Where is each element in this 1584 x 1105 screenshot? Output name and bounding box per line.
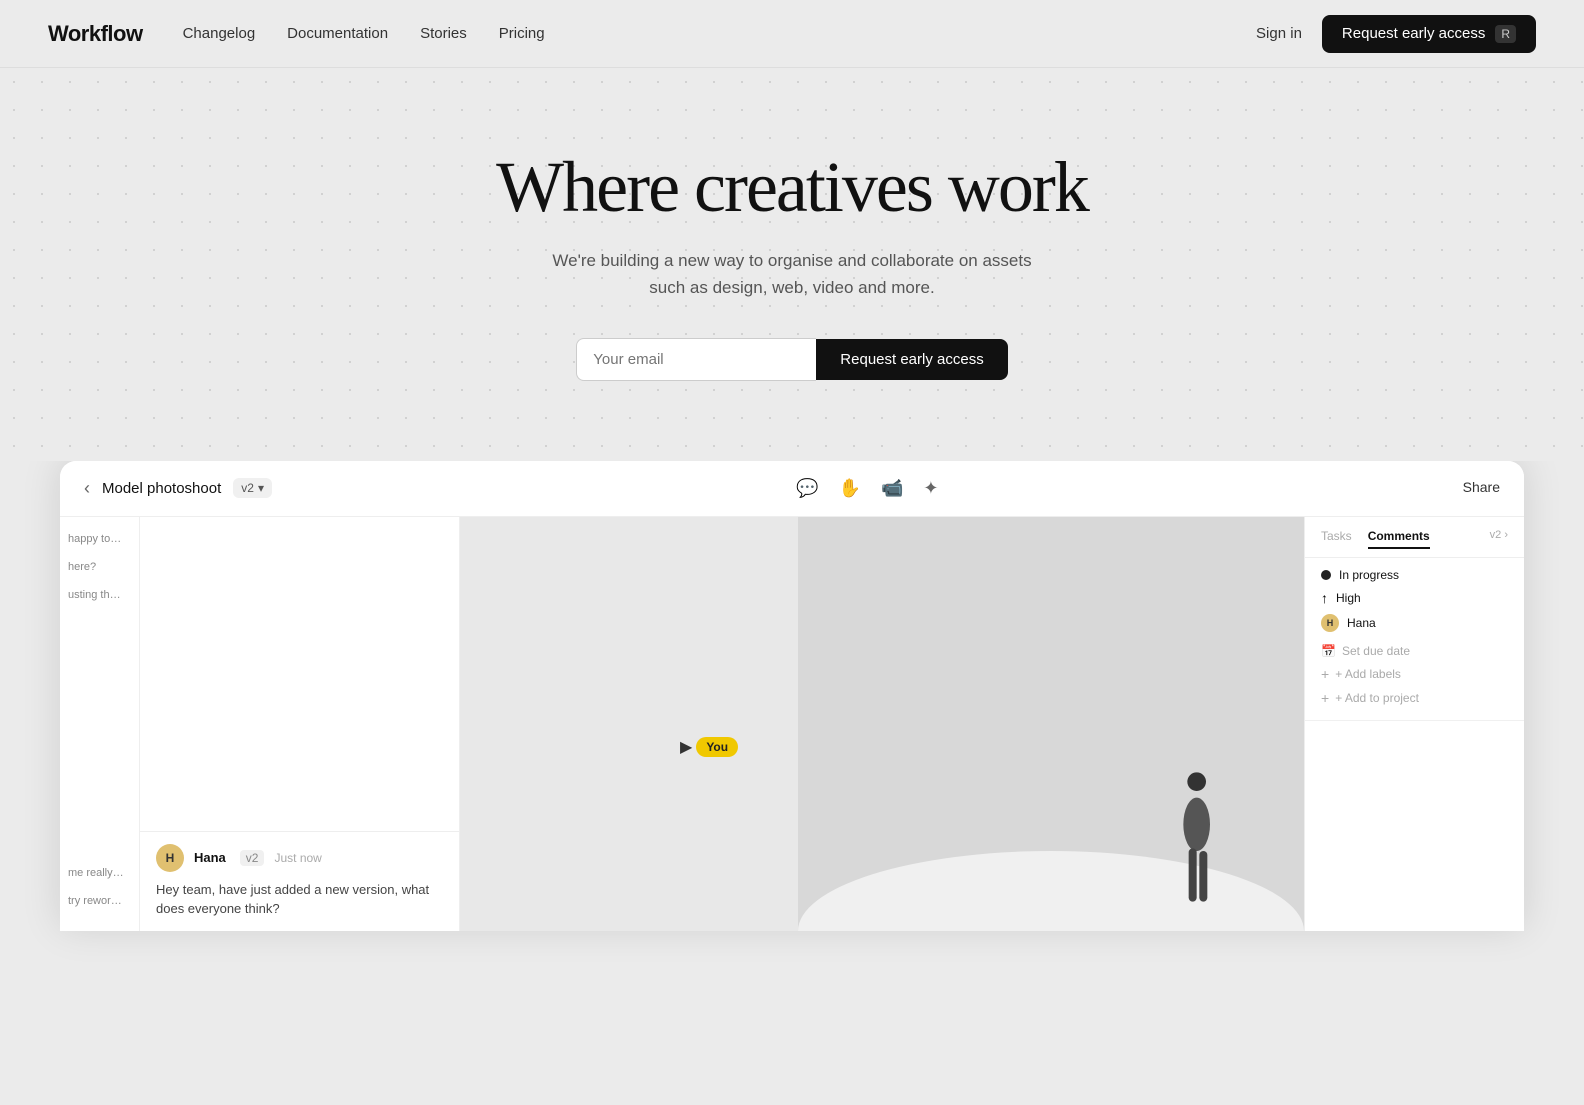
chat-message: Hey team, have just added a new version,… [156,880,443,919]
status-dot-icon [1321,570,1331,580]
cursor-label: You [696,737,738,757]
email-input[interactable] [576,338,816,381]
chevron-down-icon: ▾ [258,481,264,495]
nav-cta-button[interactable]: Request early access R [1322,15,1536,53]
nav-stories[interactable]: Stories [420,25,467,42]
main-canvas[interactable]: ▶ You [460,517,1304,931]
version-label: v2 [241,481,254,495]
nav-cta-kbd: R [1495,25,1516,43]
cursor-arrow-icon: ▶ [680,737,692,757]
photo-area [798,517,1304,931]
back-icon[interactable]: ‹ [84,478,90,499]
version-dropdown[interactable]: v2 ▾ [233,478,272,498]
hero-title: Where creatives work [496,148,1088,227]
chat-version: v2 [240,850,265,866]
add-project-label: + Add to project [1335,691,1419,705]
app-preview: ‹ Model photoshoot v2 ▾ 💬 ✋ 📹 ✦ Share ha… [60,461,1524,931]
edge-comment-2: usting the s... [60,585,132,605]
avatar: H [156,844,184,872]
nav-right: Sign in Request early access R [1256,15,1536,53]
edge-comment-3: me really ... [60,863,132,883]
hero-cta-button[interactable]: Request early access [816,339,1007,380]
status-row: In progress [1321,568,1508,582]
chat-user-row: H Hana v2 Just now [156,844,443,872]
nav-cta-label: Request early access [1342,25,1485,42]
edge-comment-4: try reword... [60,891,132,911]
chat-timestamp: Just now [274,851,321,865]
sparkle-icon[interactable]: ✦ [923,478,938,499]
calendar-icon: 📅 [1321,644,1336,658]
nav-links: Changelog Documentation Stories Pricing [183,25,545,42]
priority-icon: ↑ [1321,590,1328,606]
app-project-title: Model photoshoot [102,480,221,497]
right-panel: Tasks Comments v2 › In progress ↑ High H… [1304,517,1524,931]
add-labels-label: + Add labels [1335,667,1401,681]
priority-value: High [1336,591,1361,605]
right-version-label: v2 › [1490,529,1508,549]
chat-footer: H Hana v2 Just now Hey team, have just a… [140,831,459,931]
due-date-action[interactable]: 📅 Set due date [1321,640,1508,662]
assignee-value: Hana [1347,616,1376,630]
tab-tasks[interactable]: Tasks [1321,529,1352,549]
share-button[interactable]: Share [1463,479,1500,497]
canvas-inner: ▶ You [460,517,1304,931]
nav-documentation[interactable]: Documentation [287,25,388,42]
cursor-you: ▶ You [680,737,738,757]
tab-comments[interactable]: Comments [1368,529,1430,549]
due-date-label: Set due date [1342,644,1410,658]
app-header-left: ‹ Model photoshoot v2 ▾ [84,478,272,499]
plus-icon-2: + [1321,690,1329,706]
left-panel: H Hana v2 Just now Hey team, have just a… [140,517,460,931]
edge-comment-1: here? [60,557,132,577]
nav-changelog[interactable]: Changelog [183,25,256,42]
assignee-row: H Hana [1321,614,1508,632]
right-status-section: In progress ↑ High H Hana 📅 Set due date… [1305,558,1524,721]
right-panel-header: Tasks Comments v2 › [1305,529,1524,558]
sign-in-button[interactable]: Sign in [1256,25,1302,42]
app-header-center: 💬 ✋ 📹 ✦ [796,478,938,499]
video-icon[interactable]: 📹 [881,478,903,499]
nav-left: Workflow Changelog Documentation Stories… [48,21,545,47]
status-value: In progress [1339,568,1399,582]
hero-subtitle: We're building a new way to organise and… [542,247,1042,301]
hero-form: Request early access [576,338,1007,381]
hero-section: Where creatives work We're building a ne… [0,68,1584,461]
comment-icon[interactable]: 💬 [796,478,818,499]
chat-username: Hana [194,850,226,865]
priority-row: ↑ High [1321,590,1508,606]
nav-pricing[interactable]: Pricing [499,25,545,42]
assignee-avatar: H [1321,614,1339,632]
app-body: happy to c... here? usting the s... me r… [60,517,1524,931]
left-edge-panel: happy to c... here? usting the s... me r… [60,517,140,931]
plus-icon: + [1321,666,1329,682]
logo[interactable]: Workflow [48,21,143,47]
hand-icon[interactable]: ✋ [839,478,861,499]
figure-silhouette [1164,771,1224,931]
add-labels-action[interactable]: + + Add labels [1321,662,1508,686]
photo-curve [798,851,1304,931]
app-header: ‹ Model photoshoot v2 ▾ 💬 ✋ 📹 ✦ Share [60,461,1524,517]
edge-comment-0: happy to c... [60,529,132,549]
add-project-action[interactable]: + + Add to project [1321,686,1508,710]
navbar: Workflow Changelog Documentation Stories… [0,0,1584,68]
